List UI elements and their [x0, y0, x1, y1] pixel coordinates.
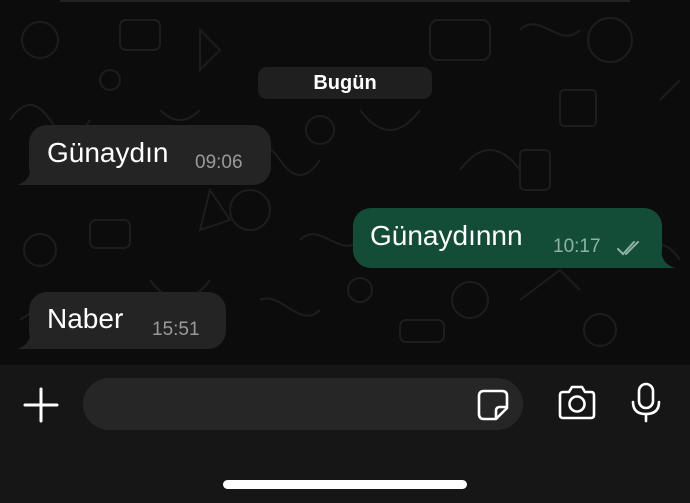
message-text: Günaydın — [47, 137, 169, 168]
sticker-icon[interactable] — [476, 388, 510, 422]
message-text: Günaydınnn — [370, 220, 523, 251]
message-bubble-outgoing[interactable]: Günaydınnn 10:17 — [353, 208, 662, 268]
bubble-tail-incoming — [17, 165, 47, 185]
plus-icon[interactable] — [22, 386, 60, 424]
message-bubble-incoming[interactable]: Naber 15:51 — [29, 292, 226, 349]
message-text: Naber — [47, 303, 124, 334]
camera-icon[interactable] — [556, 385, 598, 421]
message-bubble-incoming[interactable]: Günaydın 09:06 — [29, 125, 271, 185]
top-divider — [60, 0, 630, 2]
read-receipt-icon — [617, 241, 639, 256]
bubble-tail-incoming — [17, 329, 47, 349]
message-time: 10:17 — [553, 236, 601, 257]
bubble-tail-outgoing — [645, 248, 675, 268]
message-time: 15:51 — [152, 319, 200, 340]
message-time: 09:06 — [195, 152, 243, 173]
microphone-icon[interactable] — [629, 382, 663, 424]
date-separator: Bugün — [258, 67, 432, 99]
chat-area[interactable]: Bugün Günaydın 09:06 Günaydınnn 10:17 Na… — [0, 0, 690, 365]
home-indicator[interactable] — [223, 480, 467, 489]
message-input[interactable] — [83, 378, 523, 430]
